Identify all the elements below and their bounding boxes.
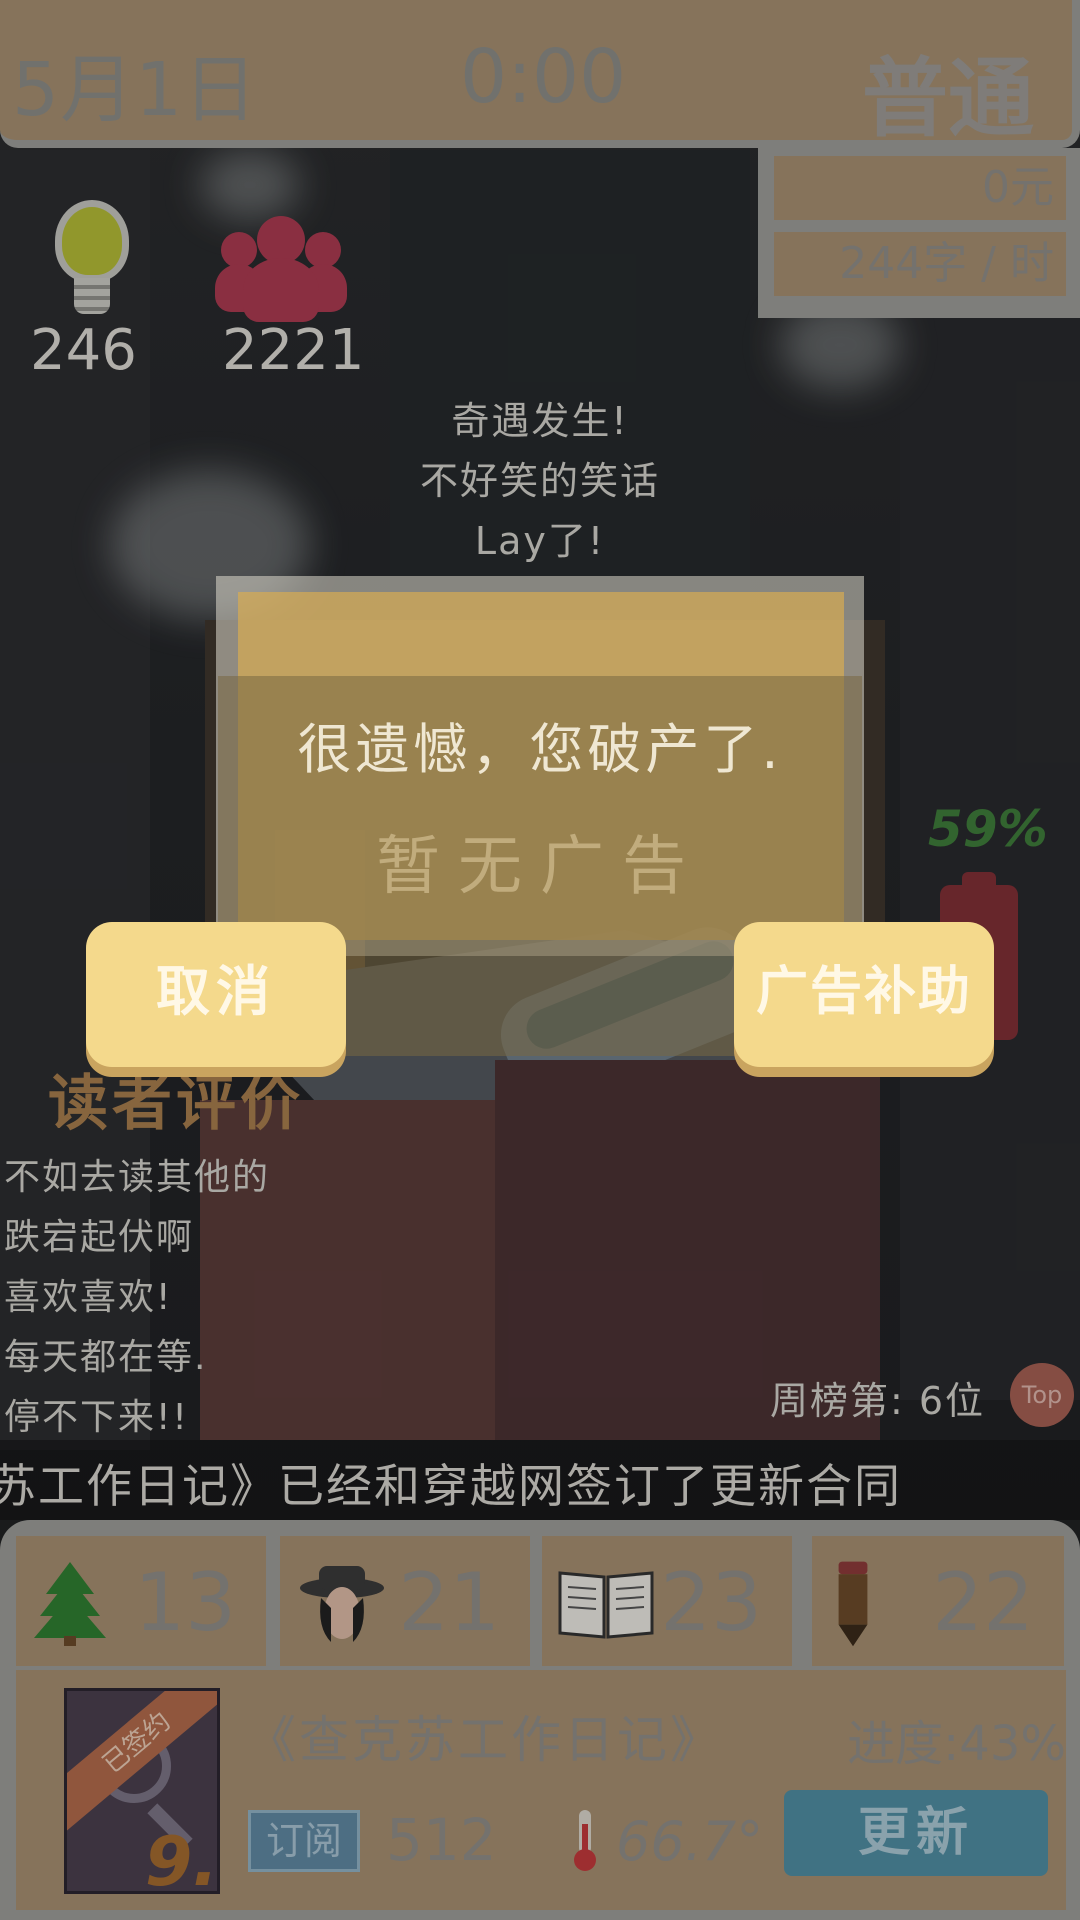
bankrupt-message: 很遗憾，您破产了. [297, 718, 783, 781]
cancel-button[interactable]: 取消 [86, 922, 346, 1067]
ad-placeholder: 暂无广告 [376, 830, 704, 904]
ad-subsidy-button[interactable]: 广告补助 [734, 922, 994, 1067]
